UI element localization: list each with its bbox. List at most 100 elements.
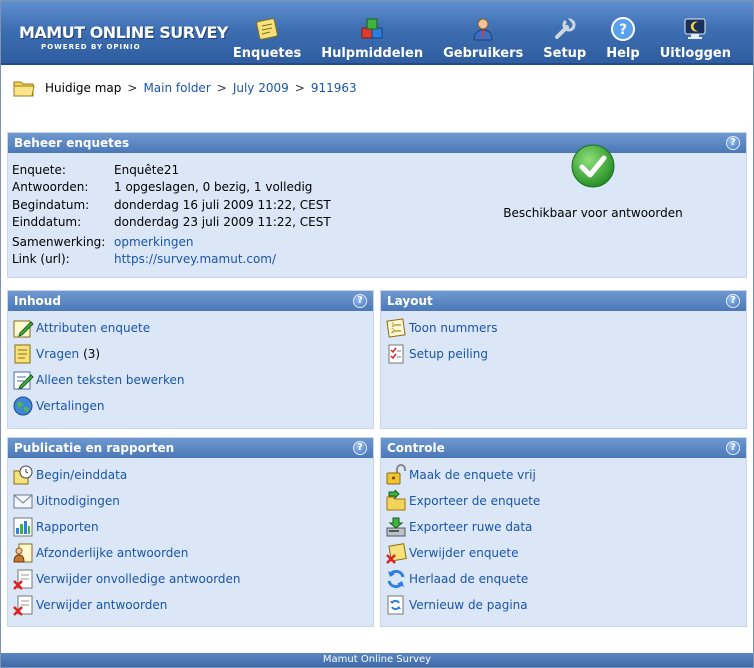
edit-attributes-icon — [13, 320, 34, 338]
panel-layout: Layout ? 12 Toon nummers Setup peiling — [380, 290, 747, 429]
breadcrumb: Huidige map > Main folder > July 2009 > … — [13, 77, 357, 99]
info-row: Begindatum: donderdag 16 juli 2009 11:22,… — [12, 197, 331, 212]
nav-label: Setup — [543, 46, 587, 61]
help-icon[interactable]: ? — [353, 294, 367, 308]
reload-icon — [387, 569, 405, 589]
footer: Mamut Online Survey — [1, 653, 753, 667]
export-folder-icon — [386, 490, 406, 511]
panel-title: Controle — [387, 441, 445, 455]
wrench-icon — [554, 17, 576, 39]
end-date: donderdag 23 juli 2009 11:22, CEST — [114, 215, 331, 230]
panel-title: Inhoud — [14, 294, 61, 308]
nav-gebruikers[interactable]: Gebruikers — [433, 1, 533, 61]
menu-item-toon-nummers[interactable]: 12 Toon nummers — [385, 315, 746, 341]
menu-item-vertalingen[interactable]: Vertalingen — [12, 393, 373, 419]
menu-item-vernieuw-pagina[interactable]: Vernieuw de pagina — [385, 592, 746, 618]
panel-title: Publicatie en rapporten — [14, 441, 175, 455]
help-icon: ? — [610, 17, 635, 41]
panel-publicatie: Publicatie en rapporten ? Begin/einddata… — [7, 437, 374, 627]
unlock-icon — [386, 464, 406, 485]
folder-icon — [13, 81, 35, 97]
menu-item-herlaad-enquete[interactable]: Herlaad de enquete — [385, 566, 746, 592]
delete-survey-icon — [386, 543, 407, 564]
breadcrumb-survey-id[interactable]: 911963 — [311, 81, 357, 95]
survey-url-link[interactable]: https://survey.mamut.com/ — [114, 252, 276, 266]
logout-icon — [684, 18, 706, 39]
collaboration-link[interactable]: opmerkingen — [114, 235, 193, 249]
survey-icon — [256, 18, 278, 40]
menu-item-attributen[interactable]: Attributen enquete — [12, 315, 373, 341]
survey-status: Beschikbaar voor antwoorden — [478, 143, 708, 220]
refresh-page-icon — [387, 595, 404, 615]
breadcrumb-current: Huidige map — [45, 81, 122, 95]
menu-item-afzonderlijke-antwoorden[interactable]: Afzonderlijke antwoorden — [12, 540, 373, 566]
person-document-icon — [13, 543, 33, 563]
blocks-icon — [361, 18, 383, 39]
info-row: Einddatum: donderdag 23 juli 2009 11:22, … — [12, 215, 331, 230]
nav-help[interactable]: ? Help — [596, 1, 649, 61]
nav-uitloggen[interactable]: Uitloggen — [650, 1, 741, 61]
globe-icon — [13, 396, 33, 416]
menu-item-begin-einddata[interactable]: Begin/einddata — [12, 462, 373, 488]
survey-name: Enquête21 — [114, 162, 180, 177]
info-row: Samenwerking: opmerkingen — [12, 234, 194, 249]
delete-document-icon — [13, 569, 33, 590]
nav-hulpmiddelen[interactable]: Hulpmiddelen — [311, 1, 433, 61]
export-data-icon — [386, 517, 406, 537]
panel-inhoud: Inhoud ? Attributen enquete Vragen (3) Al… — [7, 290, 374, 429]
breadcrumb-main-folder[interactable]: Main folder — [143, 81, 210, 95]
help-icon[interactable]: ? — [353, 441, 367, 455]
start-date: donderdag 16 juli 2009 11:22, CEST — [114, 197, 331, 212]
clock-icon — [13, 465, 33, 485]
chart-icon — [13, 517, 33, 537]
menu-item-alleen-teksten[interactable]: Alleen teksten bewerken — [12, 367, 373, 393]
responses-summary: 1 opgeslagen, 0 bezig, 1 volledig — [114, 180, 313, 195]
nav-label: Uitloggen — [659, 46, 731, 61]
help-icon[interactable]: ? — [726, 294, 740, 308]
menu-item-uitnodigingen[interactable]: Uitnodigingen — [12, 488, 373, 514]
checkmark-icon — [571, 144, 615, 188]
nav-label: Hulpmiddelen — [321, 46, 424, 61]
help-icon[interactable]: ? — [726, 441, 740, 455]
inhoud-menu: Attributen enquete Vragen (3) Alleen teks… — [8, 311, 373, 419]
app-logo[interactable]: MAMUT ONLINE SURVEY POWERED BY OPINIO — [19, 23, 228, 51]
nav-enquetes[interactable]: Enquetes — [223, 1, 311, 61]
status-text: Beschikbaar voor antwoorden — [503, 206, 683, 220]
info-row: Antwoorden: 1 opgeslagen, 0 bezig, 1 voll… — [12, 180, 313, 195]
logo-main: MAMUT ONLINE SURVEY — [19, 23, 228, 42]
info-row: Enquete: Enquête21 — [12, 162, 180, 177]
nav-setup[interactable]: Setup — [533, 1, 596, 61]
info-row: Link (url): https://survey.mamut.com/ — [12, 252, 277, 267]
app-header: MAMUT ONLINE SURVEY POWERED BY OPINIO En… — [1, 1, 753, 65]
controle-menu: Maak de enquete vrij Exporteer de enquet… — [381, 458, 746, 618]
menu-item-setup-peiling[interactable]: Setup peiling — [385, 341, 746, 367]
menu-item-maak-vrij[interactable]: Maak de enquete vrij — [385, 462, 746, 488]
breadcrumb-july-2009[interactable]: July 2009 — [233, 81, 289, 95]
nav-label: Enquetes — [232, 46, 302, 61]
nav-label: Help — [606, 46, 640, 61]
envelope-icon — [13, 494, 33, 509]
help-icon[interactable]: ? — [726, 136, 740, 150]
menu-item-exporteer-ruwe-data[interactable]: Exporteer ruwe data — [385, 514, 746, 540]
panel-title: Layout — [387, 294, 433, 308]
panel-beheer-enquetes: Beheer enquetes ? Enquete: Enquête21 Antw… — [7, 132, 747, 278]
numbers-icon: 12 — [386, 318, 406, 338]
panel-title: Beheer enquetes — [14, 136, 130, 150]
questions-icon — [14, 344, 31, 364]
menu-item-exporteer-enquete[interactable]: Exporteer de enquete — [385, 488, 746, 514]
panel-controle: Controle ? Maak de enquete vrij Exportee… — [380, 437, 747, 627]
menu-item-verwijder-onvolledige[interactable]: Verwijder onvolledige antwoorden — [12, 566, 373, 592]
panel-header: Layout ? — [381, 291, 746, 311]
menu-item-verwijder-enquete[interactable]: Verwijder enquete — [385, 540, 746, 566]
publicatie-menu: Begin/einddata Uitnodigingen Rapporten A… — [8, 458, 373, 618]
question-count: (3) — [83, 347, 101, 361]
logo-sub: POWERED BY OPINIO — [41, 43, 141, 51]
panel-header: Inhoud ? — [8, 291, 373, 311]
user-icon — [473, 18, 493, 41]
menu-item-verwijder-antwoorden[interactable]: Verwijder antwoorden — [12, 592, 373, 618]
checklist-icon — [388, 344, 404, 364]
main-nav: Enquetes Hulpmiddelen Gebruikers Setup ?… — [223, 1, 741, 65]
menu-item-vragen[interactable]: Vragen (3) — [12, 341, 373, 367]
nav-label: Gebruikers — [443, 46, 524, 61]
menu-item-rapporten[interactable]: Rapporten — [12, 514, 373, 540]
